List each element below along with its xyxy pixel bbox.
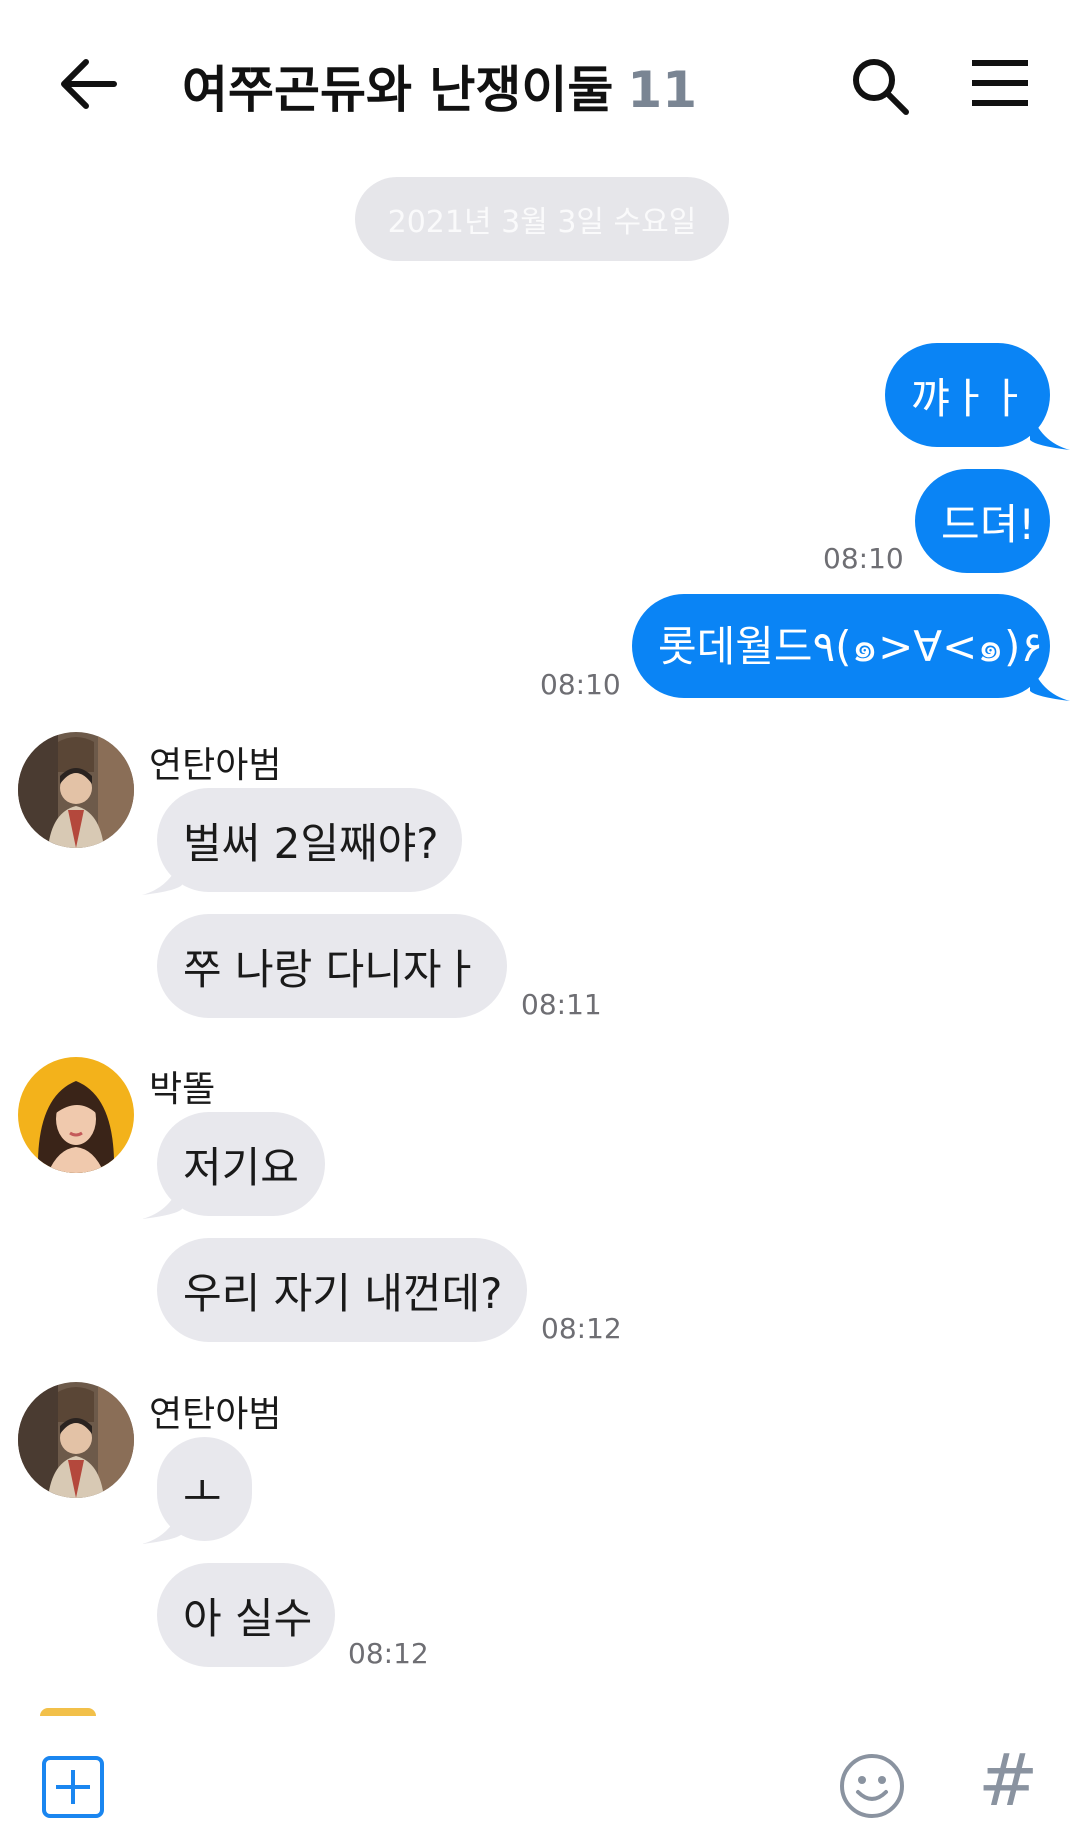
outgoing-message[interactable]: 꺄ㅏㅏ xyxy=(885,343,1050,447)
sender-name: 연탄아범 xyxy=(149,1394,282,1435)
bubble-tail xyxy=(1030,661,1070,701)
hamburger-menu-icon[interactable] xyxy=(972,58,1028,108)
message-time: 08:10 xyxy=(823,542,904,575)
outgoing-message[interactable]: 드뎌! xyxy=(915,469,1050,573)
hashtag-icon[interactable]: # xyxy=(978,1738,1038,1822)
bubble-tail xyxy=(142,855,182,895)
chat-header: 여쭈곤듀와 난쟁이둘 11 xyxy=(0,0,1080,170)
message-text: ㅗ xyxy=(183,1467,222,1517)
chat-room-name: 여쭈곤듀와 난쟁이둘 xyxy=(182,61,614,119)
plus-glyph xyxy=(56,1770,90,1804)
sender-name: 박똘 xyxy=(149,1069,216,1110)
avatar[interactable] xyxy=(18,732,134,848)
message-time: 08:12 xyxy=(348,1637,429,1670)
bubble-tail xyxy=(1030,410,1070,450)
chat-title: 여쭈곤듀와 난쟁이둘 11 xyxy=(182,50,697,122)
search-icon[interactable] xyxy=(848,54,912,118)
avatar-peek xyxy=(40,1708,96,1716)
avatar[interactable] xyxy=(18,1057,134,1173)
plus-square-icon[interactable] xyxy=(42,1756,104,1818)
message-time: 08:12 xyxy=(541,1312,622,1345)
smiley-icon[interactable] xyxy=(838,1752,906,1820)
sender-name: 연탄아범 xyxy=(149,745,282,786)
date-divider: 2021년 3월 3일 수요일 xyxy=(355,177,729,261)
message-text: 드뎌! xyxy=(941,499,1036,549)
member-count: 11 xyxy=(627,61,698,119)
incoming-message[interactable]: 쭈 나랑 다니자ㅏ xyxy=(157,914,507,1018)
incoming-message[interactable]: 아 실수 xyxy=(157,1563,335,1667)
message-text: 저기요 xyxy=(183,1142,299,1192)
message-text: 벌써 2일째야? xyxy=(183,818,439,868)
incoming-message[interactable]: 벌써 2일째야? xyxy=(157,788,462,892)
avatar-photo xyxy=(18,1382,134,1498)
arrow-left-icon[interactable] xyxy=(56,52,120,116)
avatar-photo xyxy=(18,732,134,848)
bubble-tail xyxy=(142,1179,182,1219)
message-text: 꺄ㅏㅏ xyxy=(911,373,1027,423)
message-text: 쭈 나랑 다니자ㅏ xyxy=(183,944,481,994)
bubble-tail xyxy=(142,1504,182,1544)
message-text: 롯데월드٩(๑>∀<๑)۶ xyxy=(658,621,1043,671)
outgoing-message[interactable]: 롯데월드٩(๑>∀<๑)۶ xyxy=(632,594,1050,698)
avatar[interactable] xyxy=(18,1382,134,1498)
message-time: 08:10 xyxy=(540,668,621,701)
message-time: 08:11 xyxy=(521,988,602,1021)
incoming-message[interactable]: 우리 자기 내껀데? xyxy=(157,1238,527,1342)
incoming-message[interactable]: 저기요 xyxy=(157,1112,325,1216)
message-text: 아 실수 xyxy=(183,1593,313,1643)
avatar-photo xyxy=(18,1057,134,1173)
message-text: 우리 자기 내껀데? xyxy=(183,1268,503,1318)
